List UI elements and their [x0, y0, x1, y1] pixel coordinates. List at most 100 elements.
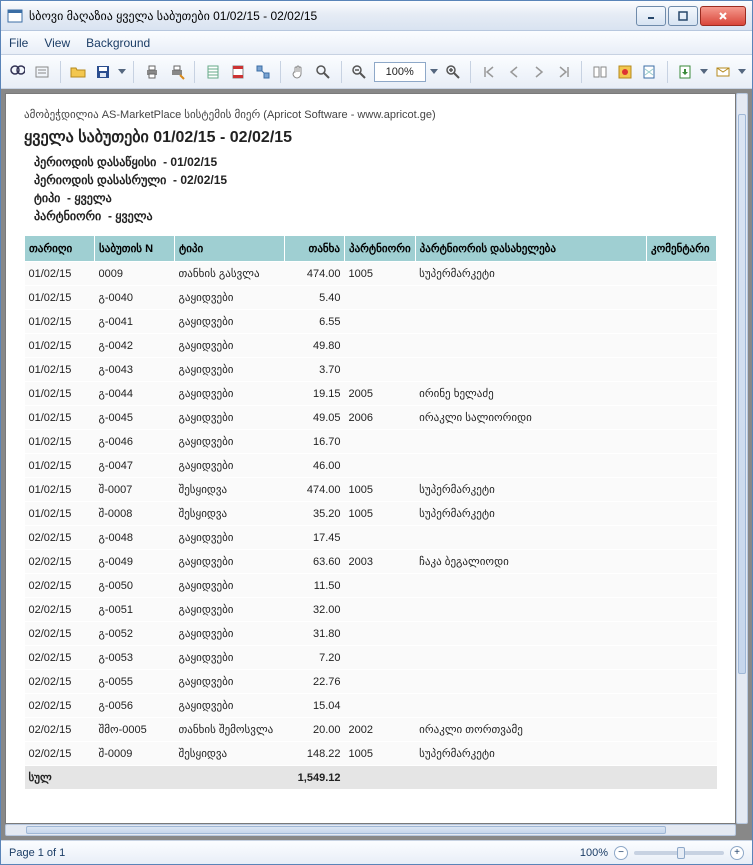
prev-page-icon[interactable]	[503, 60, 524, 84]
menu-view[interactable]: View	[44, 36, 70, 50]
app-icon	[7, 8, 23, 24]
print-icon[interactable]	[141, 60, 162, 84]
cell-amount: 5.40	[285, 286, 345, 310]
zoom-dropdown-icon[interactable]	[430, 60, 439, 84]
zoom-in-button[interactable]: +	[730, 846, 744, 860]
email-icon[interactable]	[712, 60, 733, 84]
menu-bar: File View Background	[1, 31, 752, 55]
toolbar-separator	[194, 61, 195, 83]
cell-partner: 2002	[345, 718, 416, 742]
cell-partner	[345, 694, 416, 718]
cell-amount: 16.70	[285, 430, 345, 454]
vertical-scrollbar[interactable]	[736, 93, 748, 824]
app-window: სბოვი მაღაზია ყველა საბუთები 01/02/15 - …	[0, 0, 753, 865]
close-button[interactable]	[700, 6, 746, 26]
cell-type: გაყიდვები	[175, 694, 285, 718]
table-row: 01/02/15გ-0047გაყიდვები46.00	[25, 454, 717, 478]
color-icon[interactable]	[614, 60, 635, 84]
scrollbar-thumb[interactable]	[738, 114, 746, 674]
table-row: 01/02/15გ-0044გაყიდვები19.152005ირინე ხე…	[25, 382, 717, 406]
toolbar-separator	[667, 61, 668, 83]
cell-amount: 6.55	[285, 310, 345, 334]
cell-partner	[345, 622, 416, 646]
table-row: 01/02/15გ-0041გაყიდვები6.55	[25, 310, 717, 334]
menu-background[interactable]: Background	[86, 36, 150, 50]
save-dropdown-icon[interactable]	[118, 60, 127, 84]
cell-docno: გ-0055	[95, 670, 175, 694]
first-page-icon[interactable]	[478, 60, 499, 84]
cell-type: გაყიდვები	[175, 334, 285, 358]
email-dropdown-icon[interactable]	[737, 60, 746, 84]
toolbar-separator	[133, 61, 134, 83]
magnifier-icon[interactable]	[313, 60, 334, 84]
scale-icon[interactable]	[252, 60, 273, 84]
table-row: 02/02/15გ-0055გაყიდვები22.76	[25, 670, 717, 694]
cell-docno: შ-0007	[95, 478, 175, 502]
zoom-value-label: 100%	[580, 847, 608, 859]
cell-partner_name	[415, 526, 646, 550]
cell-comment	[647, 574, 717, 598]
maximize-button[interactable]	[668, 6, 698, 26]
zoom-in-icon[interactable]	[442, 60, 463, 84]
bookmark-icon[interactable]	[32, 60, 53, 84]
cell-amount: 63.60	[285, 550, 345, 574]
table-row: 02/02/15გ-0053გაყიდვები7.20	[25, 646, 717, 670]
zoom-slider[interactable]	[634, 851, 724, 855]
save-icon[interactable]	[93, 60, 114, 84]
next-page-icon[interactable]	[528, 60, 549, 84]
hand-tool-icon[interactable]	[288, 60, 309, 84]
horizontal-scrollbar[interactable]	[5, 824, 736, 836]
cell-amount: 49.80	[285, 334, 345, 358]
search-icon[interactable]	[7, 60, 28, 84]
cell-type: გაყიდვები	[175, 670, 285, 694]
cell-amount: 20.00	[285, 718, 345, 742]
cell-amount: 49.05	[285, 406, 345, 430]
page-setup-icon[interactable]	[202, 60, 223, 84]
report-table: თარიღი საბუთის N ტიპი თანხა პარტნიორი პა…	[24, 235, 717, 790]
cell-amount: 32.00	[285, 598, 345, 622]
cell-type: გაყიდვები	[175, 358, 285, 382]
cell-amount: 31.80	[285, 622, 345, 646]
cell-amount: 474.00	[285, 262, 345, 286]
cell-comment	[647, 598, 717, 622]
cell-partner_name: სუპერმარკეტი	[415, 262, 646, 286]
scrollbar-thumb[interactable]	[26, 826, 666, 834]
cell-docno: შ-0008	[95, 502, 175, 526]
cell-comment	[647, 430, 717, 454]
export-icon[interactable]	[675, 60, 696, 84]
table-row: 01/02/15გ-0045გაყიდვები49.052006ირაკლი ს…	[25, 406, 717, 430]
header-footer-icon[interactable]	[227, 60, 248, 84]
cell-docno: გ-0049	[95, 550, 175, 574]
cell-docno: გ-0051	[95, 598, 175, 622]
cell-docno: გ-0050	[95, 574, 175, 598]
cell-date: 02/02/15	[25, 670, 95, 694]
minimize-button[interactable]	[636, 6, 666, 26]
menu-file[interactable]: File	[9, 36, 28, 50]
open-icon[interactable]	[68, 60, 89, 84]
zoom-slider-thumb[interactable]	[677, 847, 685, 859]
zoom-input[interactable]: 100%	[374, 62, 426, 82]
table-row: 02/02/15გ-0052გაყიდვები31.80	[25, 622, 717, 646]
cell-docno: 0009	[95, 262, 175, 286]
cell-type: შესყიდვა	[175, 742, 285, 766]
cell-type: გაყიდვები	[175, 382, 285, 406]
cell-partner_name	[415, 334, 646, 358]
cell-docno: გ-0044	[95, 382, 175, 406]
zoom-out-icon[interactable]	[349, 60, 370, 84]
param-value: - 01/02/15	[163, 155, 217, 169]
cell-partner_name	[415, 622, 646, 646]
export-dropdown-icon[interactable]	[700, 60, 709, 84]
quick-print-icon[interactable]	[166, 60, 187, 84]
last-page-icon[interactable]	[553, 60, 574, 84]
cell-docno: შ-0009	[95, 742, 175, 766]
cell-partner_name	[415, 574, 646, 598]
watermark-icon[interactable]	[639, 60, 660, 84]
zoom-out-button[interactable]: −	[614, 846, 628, 860]
multipage-icon[interactable]	[589, 60, 610, 84]
report-header-line: ამობეჭდილია AS-MarketPlace სისტემის მიერ…	[24, 108, 717, 121]
cell-comment	[647, 382, 717, 406]
cell-date: 02/02/15	[25, 742, 95, 766]
cell-amount: 3.70	[285, 358, 345, 382]
window-buttons	[636, 6, 746, 26]
cell-partner_name	[415, 454, 646, 478]
